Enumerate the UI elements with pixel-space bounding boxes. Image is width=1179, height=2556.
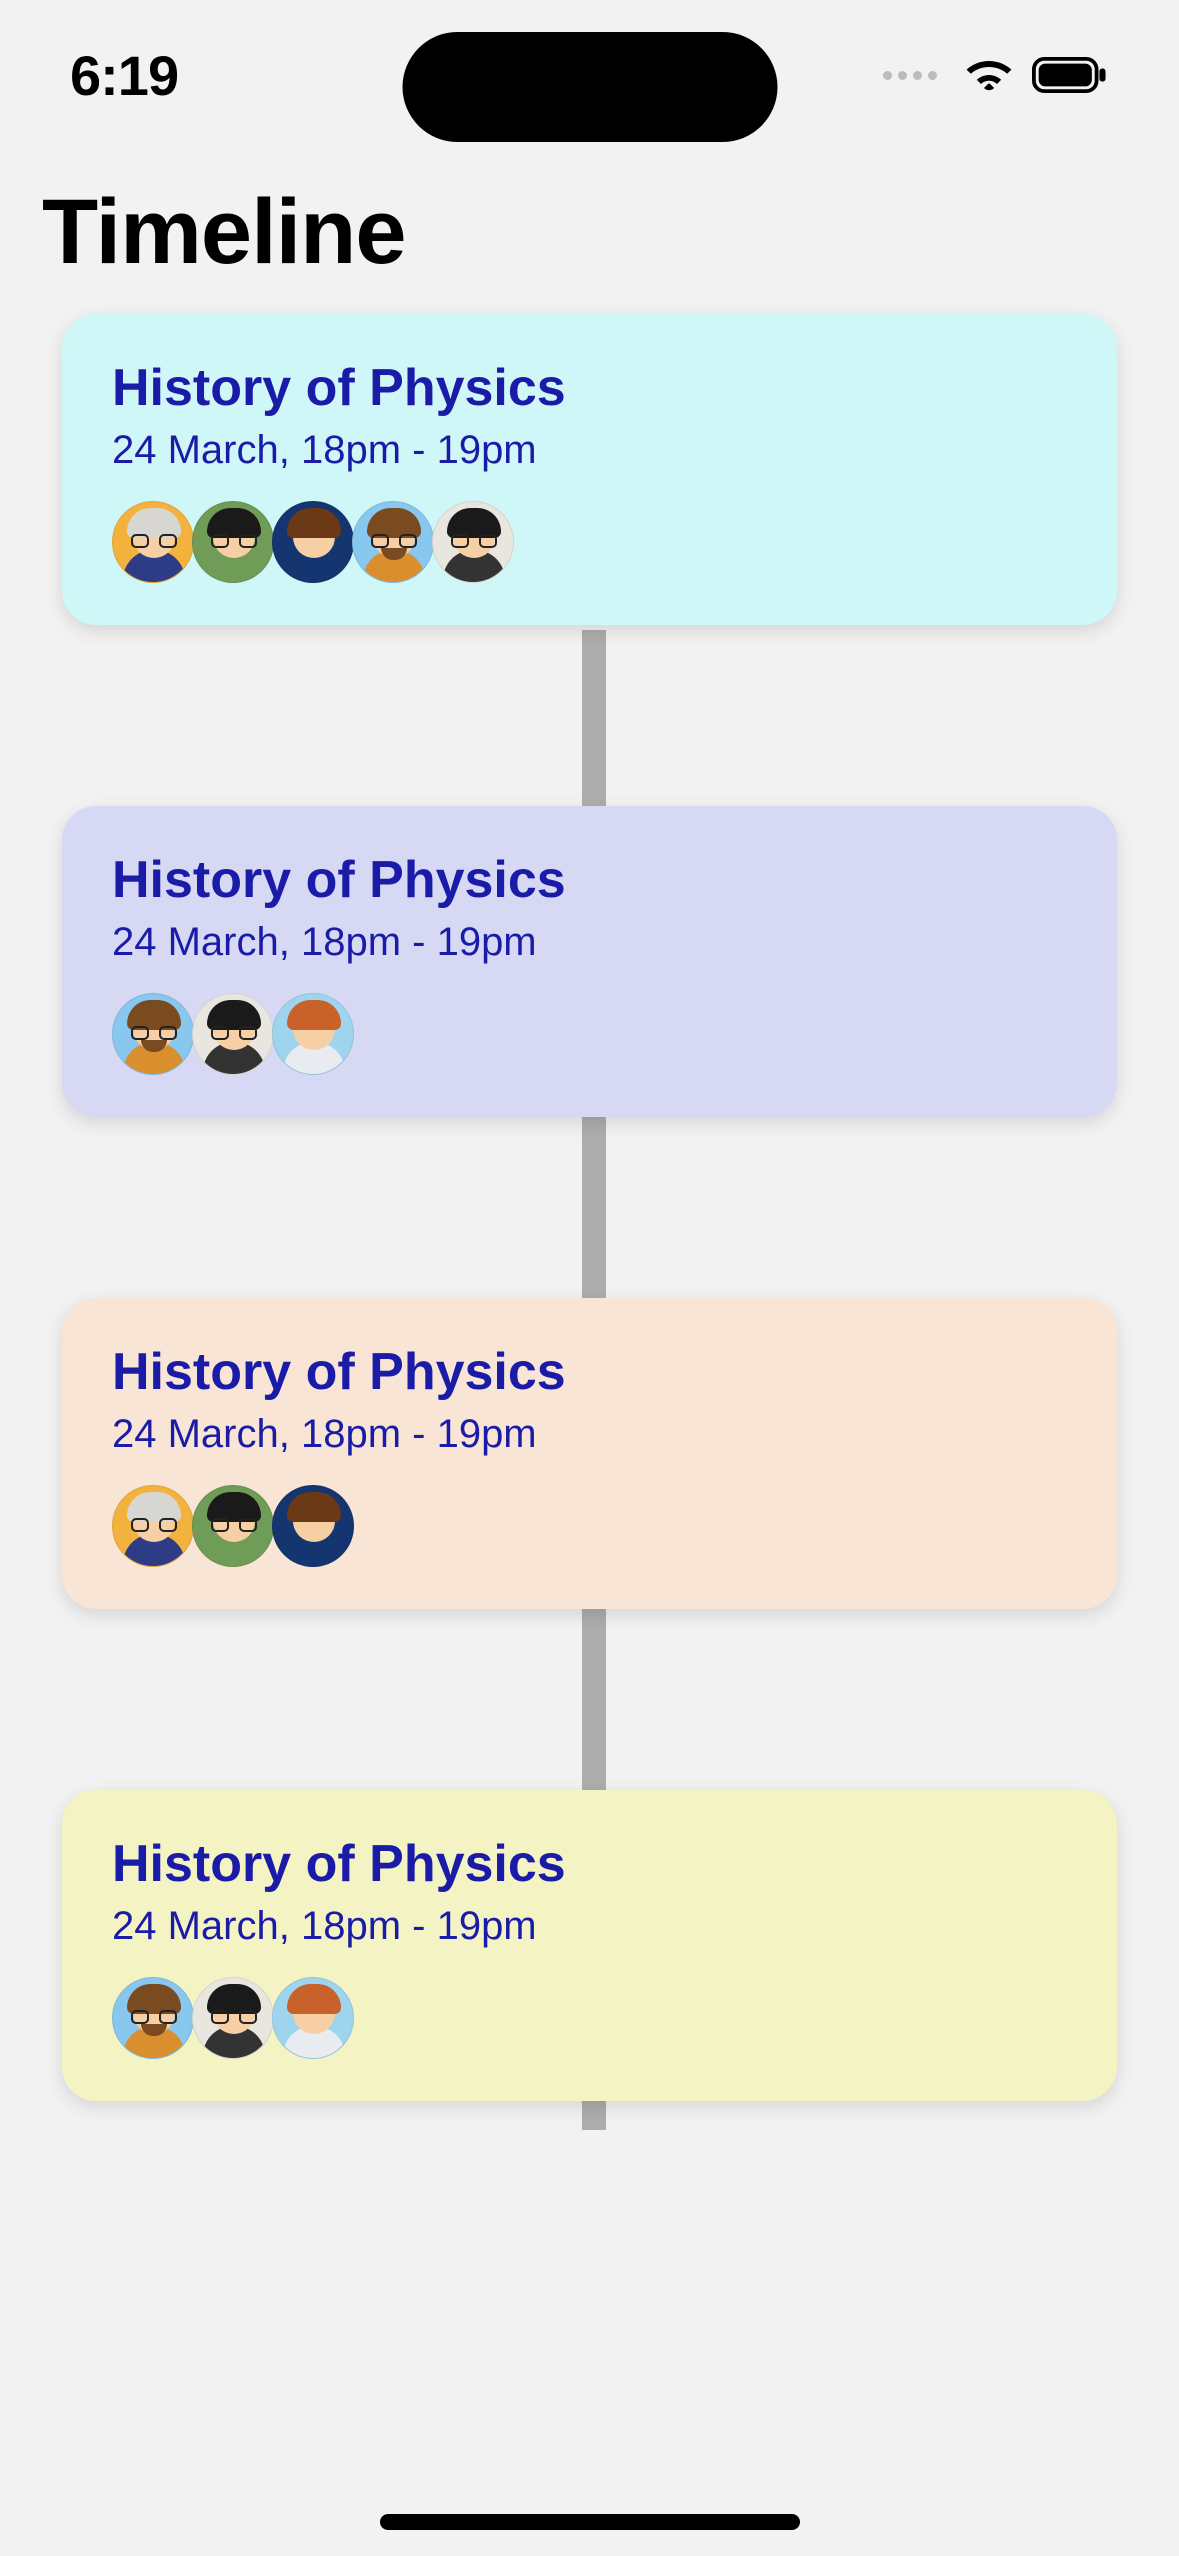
wifi-icon — [963, 55, 1015, 95]
card-title: History of Physics — [112, 358, 1067, 418]
card-title: History of Physics — [112, 850, 1067, 910]
avatar-3 — [272, 1485, 354, 1567]
card-subtitle: 24 March, 18pm - 19pm — [112, 428, 1067, 473]
avatar-2 — [192, 1485, 274, 1567]
avatar-5 — [192, 1977, 274, 2059]
status-time: 6:19 — [70, 43, 178, 108]
avatar-5 — [192, 993, 274, 1075]
card-avatars — [112, 993, 1067, 1075]
timeline-card[interactable]: History of Physics 24 March, 18pm - 19pm — [62, 1790, 1117, 2101]
avatar-4 — [112, 993, 194, 1075]
timeline-card[interactable]: History of Physics 24 March, 18pm - 19pm — [62, 806, 1117, 1117]
home-indicator — [380, 2514, 800, 2530]
dynamic-island — [402, 32, 777, 142]
avatar-4 — [112, 1977, 194, 2059]
card-title: History of Physics — [112, 1342, 1067, 1402]
avatar-6 — [272, 1977, 354, 2059]
card-subtitle: 24 March, 18pm - 19pm — [112, 1904, 1067, 1949]
avatar-2 — [192, 501, 274, 583]
page-title: Timeline — [42, 180, 406, 285]
card-avatars — [112, 1485, 1067, 1567]
card-subtitle: 24 March, 18pm - 19pm — [112, 1412, 1067, 1457]
timeline-list[interactable]: History of Physics24 March, 18pm - 19pmH… — [0, 314, 1179, 2101]
timeline-card[interactable]: History of Physics 24 March, 18pm - 19pm — [62, 314, 1117, 625]
avatar-3 — [272, 501, 354, 583]
cellular-icon — [883, 71, 937, 80]
avatar-5 — [432, 501, 514, 583]
avatar-4 — [352, 501, 434, 583]
avatar-6 — [272, 993, 354, 1075]
card-avatars — [112, 501, 1067, 583]
avatar-1 — [112, 1485, 194, 1567]
card-title: History of Physics — [112, 1834, 1067, 1894]
status-bar: 6:19 — [0, 0, 1179, 150]
avatar-1 — [112, 501, 194, 583]
battery-icon — [1031, 56, 1109, 94]
timeline-card[interactable]: History of Physics 24 March, 18pm - 19pm — [62, 1298, 1117, 1609]
card-avatars — [112, 1977, 1067, 2059]
card-subtitle: 24 March, 18pm - 19pm — [112, 920, 1067, 965]
status-icons — [883, 55, 1109, 95]
